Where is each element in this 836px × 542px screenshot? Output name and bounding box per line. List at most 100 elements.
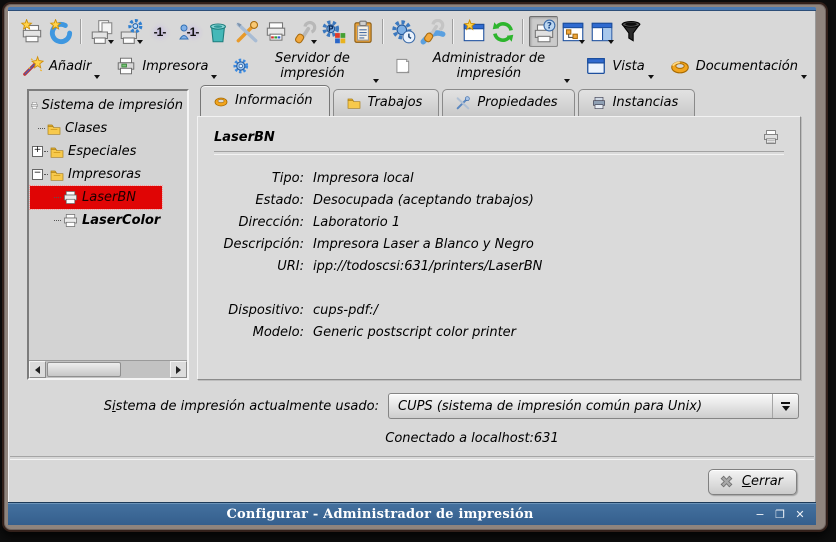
print-server-menu-label: Servidor de impresión [255, 51, 370, 81]
tree-connector [54, 220, 61, 221]
scrollbar-track[interactable] [46, 361, 170, 378]
dropdown-arrow [108, 40, 114, 44]
dropdown-arrow [373, 79, 379, 83]
printer-help-toggle-button[interactable]: ? [529, 16, 558, 47]
printer-state-button[interactable] [116, 16, 145, 47]
configure-server-button[interactable] [418, 16, 447, 47]
dropdown-arrow [137, 40, 143, 44]
action-toolbar: Añadir Impresora Servidor de impresión A… [9, 49, 815, 88]
view-menu-button[interactable]: Vista [584, 54, 653, 80]
print-system-selected-value: CUPS (sistema de impresión común para Un… [398, 399, 702, 414]
print-system-select[interactable]: CUPS (sistema de impresión común para Un… [388, 393, 799, 419]
dropdown-arrow [608, 40, 614, 44]
info-row-tipo: Tipo: Impresora local [212, 167, 786, 189]
field-label: Dirección: [212, 215, 304, 230]
dropdown-arrow [648, 75, 654, 79]
app-window: -1- -1- P [2, 2, 828, 532]
tab-propiedades[interactable]: Propiedades [442, 89, 574, 116]
refresh-button[interactable] [488, 16, 517, 47]
document-icon [394, 55, 412, 77]
dropdown-arrow [801, 75, 807, 79]
export-windows-driver-button[interactable]: P [319, 16, 348, 47]
printer-help-icon: ? [531, 19, 557, 45]
tree-root-print-system[interactable]: Sistema de impresión [30, 94, 186, 117]
restart-server-button[interactable] [389, 16, 418, 47]
printer-info-fields: Tipo: Impresora local Estado: Desocupada… [212, 167, 786, 343]
tree-horizontal-scrollbar[interactable] [29, 360, 187, 378]
print-system-row: Sistema de impresión actualmente usado: … [9, 393, 799, 419]
trash-icon [205, 19, 231, 45]
tab-label: Trabajos [368, 95, 423, 110]
configure-printer-button[interactable] [232, 16, 261, 47]
arrow-left-icon [35, 366, 40, 374]
disable-printer-button[interactable]: -1- [174, 16, 203, 47]
tools-icon [455, 95, 471, 111]
scrollbar-thumb[interactable] [47, 362, 121, 377]
field-label: Estado: [212, 193, 304, 208]
new-wizard-button[interactable] [459, 16, 488, 47]
printer-menu-button[interactable]: Impresora [114, 54, 217, 80]
remove-printer-button[interactable] [203, 16, 232, 47]
printer-icon [591, 95, 607, 111]
tree-connector [44, 174, 48, 175]
print-server-menu-button[interactable]: Servidor de impresión [231, 50, 378, 84]
print-files-button[interactable] [87, 16, 116, 47]
close-button-label: Cerrar [742, 474, 783, 489]
tree-item-label: Clases [62, 121, 110, 136]
tree-item-label: LaserBN [79, 190, 139, 205]
column-view-button[interactable] [587, 16, 616, 47]
tree-item-label: Especiales [65, 144, 139, 159]
tree-item-especiales[interactable]: + Especiales [30, 140, 186, 163]
window-icon [585, 55, 607, 77]
tree-item-laserbn-selected[interactable]: LaserBN [30, 186, 162, 209]
tree-view-button[interactable] [558, 16, 587, 47]
tab-area: Información Trabajos Propiedades Instanc… [197, 89, 801, 380]
minimize-button[interactable]: − [752, 506, 768, 522]
collapse-minus-icon[interactable]: − [32, 169, 43, 180]
tree-item-lasercolor[interactable]: LaserColor [30, 209, 186, 232]
close-button[interactable]: Cerrar [708, 469, 797, 495]
field-spacer [212, 277, 786, 299]
tab-trabajos[interactable]: Trabajos [333, 89, 440, 116]
combo-dropdown-arrow-icon[interactable] [772, 394, 798, 418]
folder-icon [46, 121, 62, 137]
tab-informacion[interactable]: Información [200, 85, 330, 116]
window-controls: − ❐ ✕ [752, 506, 816, 522]
dropdown-arrow [564, 79, 570, 83]
report-button[interactable] [348, 16, 377, 47]
print-manager-menu-button[interactable]: Administrador de impresión [393, 50, 571, 84]
scroll-left-button[interactable] [29, 361, 46, 378]
printer-tools-button[interactable] [290, 16, 319, 47]
test-printer-button[interactable] [261, 16, 290, 47]
tree-item-impresoras[interactable]: − Impresoras [30, 163, 186, 186]
add-menu-label: Añadir [49, 59, 91, 74]
window-titlebar[interactable]: Configurar - Administrador de impresión … [8, 502, 816, 525]
svg-text:?: ? [546, 21, 551, 31]
tree-connector [44, 151, 48, 152]
svg-text:P: P [327, 24, 333, 33]
windows-driver-icon: P [321, 19, 347, 45]
close-window-button[interactable]: ✕ [792, 506, 808, 522]
print-system-label: Sistema de impresión actualmente usado: [104, 399, 379, 414]
add-special-wizard-button[interactable] [46, 16, 75, 47]
filter-button[interactable] [616, 16, 645, 47]
add-printer-wizard-button[interactable] [17, 16, 46, 47]
toolbar-separator [382, 19, 384, 44]
folder-icon [346, 95, 362, 111]
add-special-wizard-icon [48, 19, 74, 45]
expand-plus-icon[interactable]: + [32, 146, 43, 157]
printer-tree-panel: Sistema de impresión Clases + Especiales [27, 89, 189, 380]
enable-printer-button[interactable]: -1- [145, 16, 174, 47]
button-row: Cerrar [9, 460, 815, 502]
printer-icon [115, 55, 137, 77]
add-menu-button[interactable]: Añadir [21, 54, 100, 80]
scroll-right-button[interactable] [170, 361, 187, 378]
wand-icon [22, 55, 44, 77]
maximize-button[interactable]: ❐ [772, 506, 788, 522]
documentation-menu-button[interactable]: Documentación [668, 54, 807, 80]
tab-instancias[interactable]: Instancias [578, 89, 696, 116]
field-label: Dispositivo: [212, 303, 304, 318]
tree-item-clases[interactable]: Clases [30, 117, 186, 140]
clipboard-icon [350, 19, 376, 45]
dropdown-arrow [94, 75, 100, 79]
